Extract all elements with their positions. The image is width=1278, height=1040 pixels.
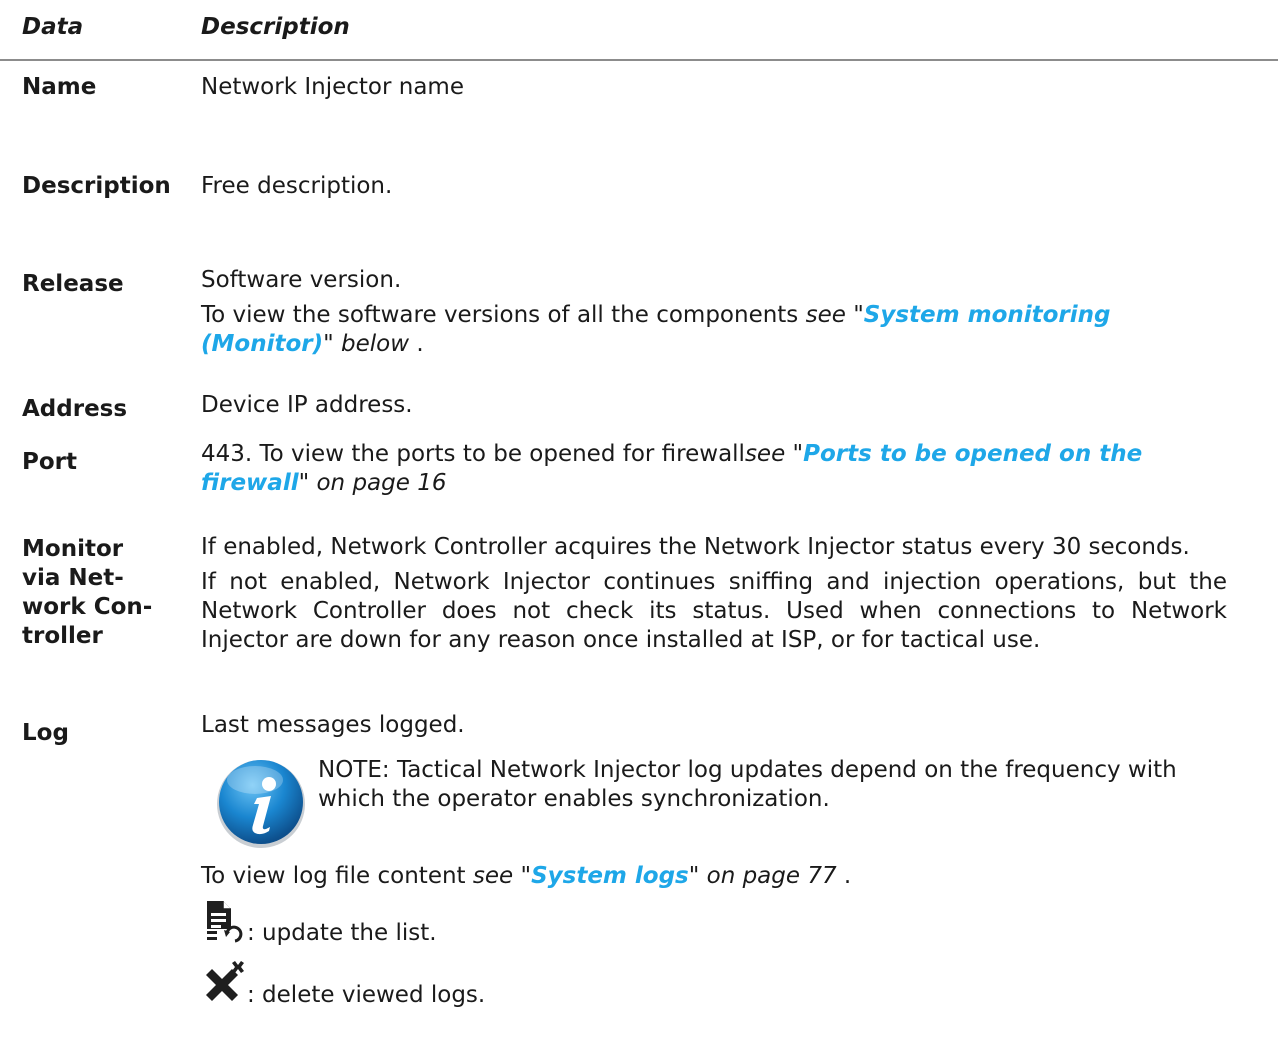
desc-release: Software version. To view the software v…	[201, 266, 1227, 365]
term-port: Port	[22, 449, 77, 475]
refresh-list-icon[interactable]	[201, 899, 245, 943]
term-monitor: Monitor via Net- work Con- troller	[22, 535, 192, 651]
header-data: Data	[22, 14, 84, 40]
term-name: Name	[22, 74, 97, 100]
release-xref: To view the software versions of all the…	[201, 301, 1227, 359]
update-list-item: : update the list.	[201, 899, 1227, 955]
desc-name: Network Injector name	[201, 74, 464, 100]
log-xref-pre: To view log file content	[201, 863, 473, 889]
log-xref: To view log file content see "System log…	[201, 862, 1227, 891]
release-end: .	[409, 331, 424, 357]
monitor-p2: If not enabled, Network Injector continu…	[201, 569, 1227, 653]
note-text: NOTE: Tactical Network Injector log upda…	[318, 757, 1177, 812]
desc-port: 443. To view the ports to be opened for …	[201, 440, 1227, 498]
term-address: Address	[22, 396, 128, 422]
delete-logs-label: : delete viewed logs.	[247, 982, 486, 1008]
log-see: see "	[472, 863, 532, 889]
release-see: see "	[805, 302, 864, 328]
desc-description: Free description.	[201, 173, 393, 199]
table-header: Data Description	[0, 0, 1278, 61]
release-after: " below	[323, 331, 410, 357]
header-rule	[0, 59, 1278, 61]
delete-logs-icon[interactable]	[201, 961, 247, 1005]
term-monitor-l2: via Net-	[22, 565, 124, 591]
port-pre: 443. To view the ports to be opened for …	[201, 441, 745, 467]
port-see: see "	[744, 441, 804, 467]
release-xref-pre: To view the software versions of all the…	[201, 302, 806, 328]
delete-logs-item: : delete viewed logs.	[201, 961, 1227, 1017]
note-box: NOTE: Tactical Network Injector log upda…	[201, 750, 1227, 850]
log-after: " on page 77	[688, 863, 837, 889]
desc-address: Device IP address.	[201, 392, 413, 418]
term-monitor-l4: troller	[22, 623, 103, 649]
term-description: Description	[22, 173, 171, 199]
info-icon	[217, 760, 305, 848]
link-system-logs[interactable]: System logs	[531, 863, 689, 889]
port-after: " on page 16	[298, 470, 447, 496]
term-release: Release	[22, 271, 124, 297]
desc-monitor: If enabled, Network Controller acquires …	[201, 533, 1227, 661]
log-text: Last messages logged.	[201, 712, 465, 738]
term-monitor-l3: work Con-	[22, 594, 153, 620]
header-description: Description	[201, 14, 350, 40]
log-end: .	[836, 863, 852, 889]
update-list-label: : update the list.	[247, 920, 437, 946]
monitor-p1: If enabled, Network Controller acquires …	[201, 534, 1190, 560]
release-text: Software version.	[201, 267, 402, 293]
desc-log: Last messages logged. NOTE: Tactical Net…	[201, 711, 1227, 1017]
term-log: Log	[22, 720, 69, 746]
term-monitor-l1: Monitor	[22, 536, 124, 562]
